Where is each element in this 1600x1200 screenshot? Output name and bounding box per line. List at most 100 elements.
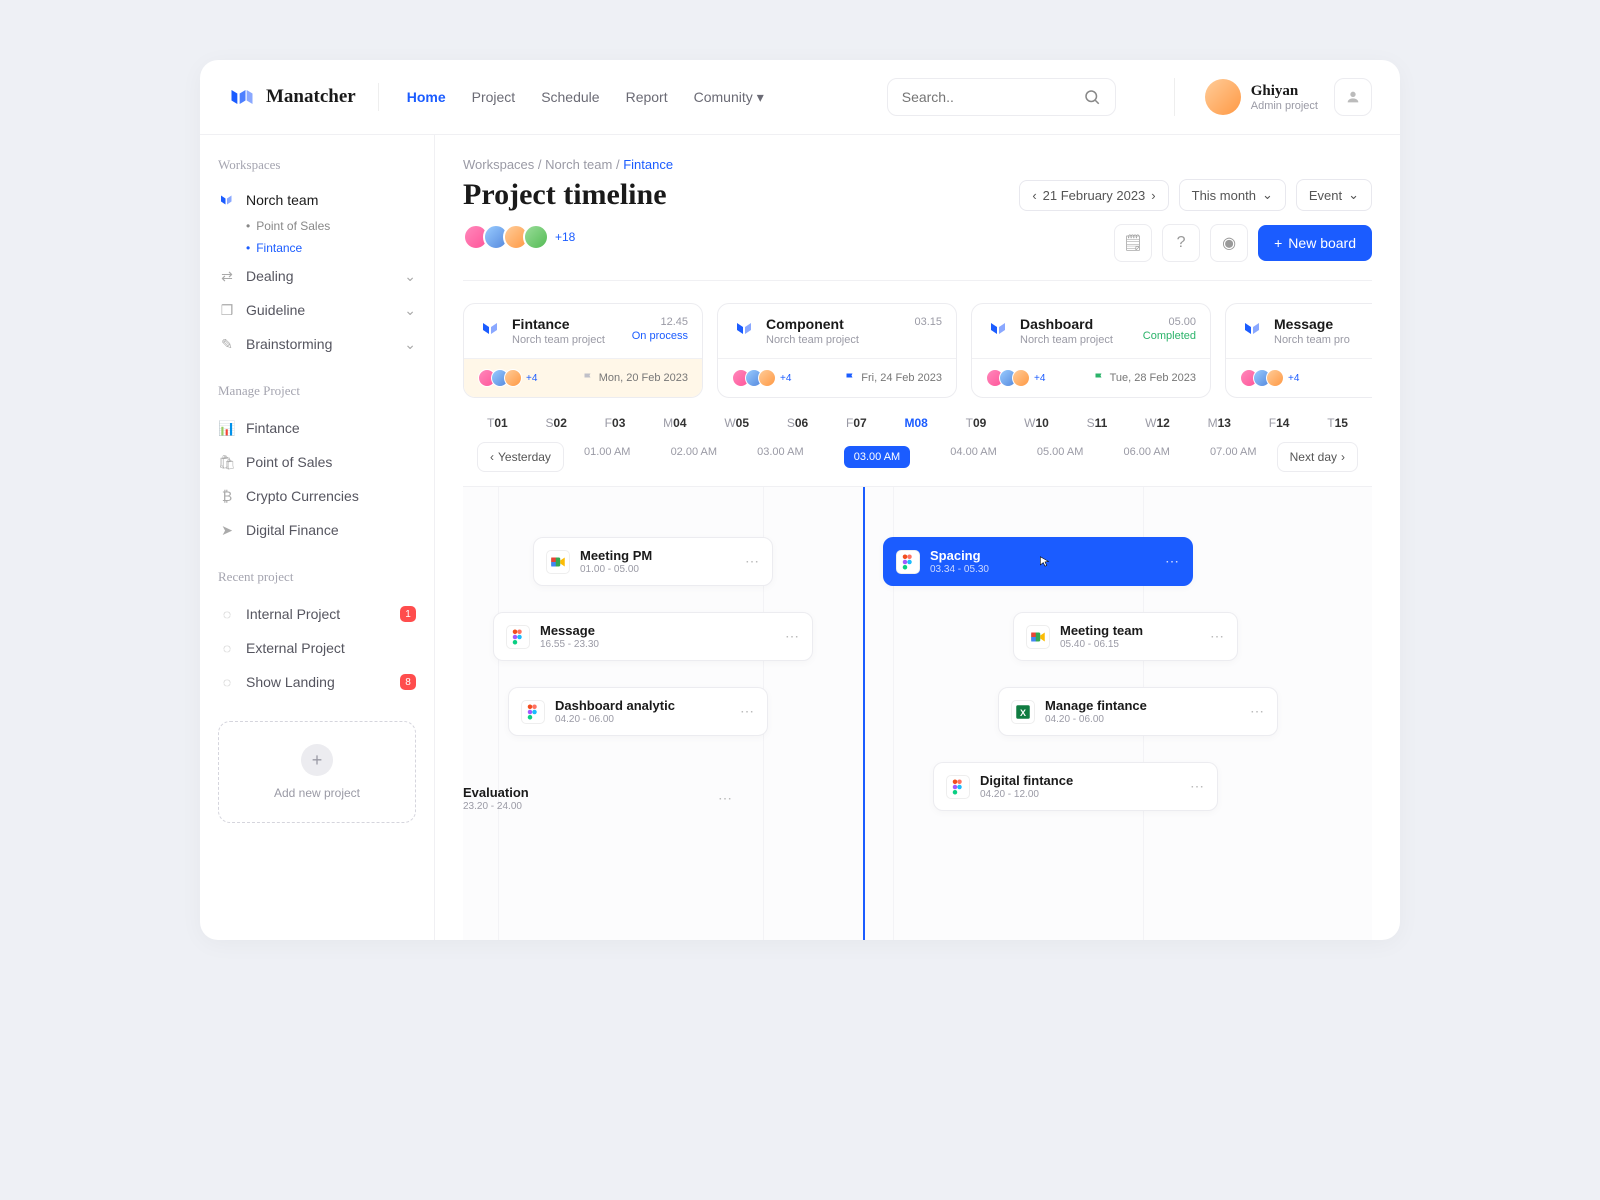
chevron-down-icon: ⌄ xyxy=(1348,187,1359,203)
hour-cell[interactable]: 03.00 AM xyxy=(757,446,803,468)
project-name: Fintance xyxy=(512,316,622,332)
nav-community[interactable]: Comunity▾ xyxy=(694,89,764,106)
event-more-button[interactable]: ⋯ xyxy=(1165,553,1180,570)
plus-icon: + xyxy=(1274,235,1282,251)
workspace-dealing[interactable]: ⇄Dealing⌄ xyxy=(218,259,416,293)
manage-pos[interactable]: 🛍Point of Sales xyxy=(218,445,416,479)
target-icon: ◌ xyxy=(218,605,236,623)
record-button[interactable]: ◉ xyxy=(1210,224,1248,262)
recent-internal[interactable]: ◌Internal Project1 xyxy=(218,597,416,631)
search-box[interactable] xyxy=(887,78,1116,116)
timeline-event[interactable]: Meeting team 05.40 - 06.15 ⋯ xyxy=(1013,612,1238,661)
target-icon: ◌ xyxy=(218,673,236,691)
manage-heading: Manage Project xyxy=(218,383,416,399)
project-members[interactable]: +4 xyxy=(478,369,537,387)
chevron-down-icon: ⌄ xyxy=(404,302,416,319)
project-card[interactable]: Component Norch team project 03.15 +4 Fr… xyxy=(717,303,957,398)
add-project-button[interactable]: + Add new project xyxy=(218,721,416,823)
day-cell[interactable]: T09 xyxy=(966,416,987,430)
nav-schedule[interactable]: Schedule xyxy=(541,89,599,106)
day-cell[interactable]: F07 xyxy=(846,416,867,430)
range-select[interactable]: This month⌄ xyxy=(1179,179,1286,211)
avatar xyxy=(523,224,549,250)
event-more-button[interactable]: ⋯ xyxy=(1190,778,1205,795)
timeline-event[interactable]: Dashboard analytic 04.20 - 06.00 ⋯ xyxy=(508,687,768,736)
project-status: On process xyxy=(632,330,688,342)
hour-cell[interactable]: 03.00 AM xyxy=(844,446,910,468)
user-name: Ghiyan xyxy=(1251,83,1318,100)
manage-crypto[interactable]: ₿Crypto Currencies xyxy=(218,479,416,513)
workspace-sub-fintance[interactable]: Fintance xyxy=(246,237,416,259)
event-time: 04.20 - 12.00 xyxy=(980,789,1180,800)
project-time: 12.45 xyxy=(632,316,688,328)
nav-report[interactable]: Report xyxy=(626,89,668,106)
help-button[interactable]: ? xyxy=(1162,224,1200,262)
profile-button[interactable] xyxy=(1334,78,1372,116)
day-cell[interactable]: S06 xyxy=(787,416,808,430)
project-members[interactable]: +4 xyxy=(732,369,791,387)
day-cell[interactable]: W05 xyxy=(724,416,749,430)
event-more-button[interactable]: ⋯ xyxy=(745,553,760,570)
nav-home[interactable]: Home xyxy=(407,89,446,106)
brand-name: Manatcher xyxy=(266,86,356,108)
timeline-event[interactable]: Meeting PM 01.00 - 05.00 ⋯ xyxy=(533,537,773,586)
day-cell[interactable]: S02 xyxy=(546,416,567,430)
project-card[interactable]: Dashboard Norch team project 05.00 Compl… xyxy=(971,303,1211,398)
project-card[interactable]: Message Norch team pro +4 xyxy=(1225,303,1372,398)
new-board-button[interactable]: +New board xyxy=(1258,225,1372,261)
event-select[interactable]: Event⌄ xyxy=(1296,179,1372,211)
chart-icon: 📊 xyxy=(218,419,236,437)
members-list[interactable]: +18 xyxy=(463,224,575,250)
manage-digital[interactable]: ➤Digital Finance xyxy=(218,513,416,547)
workspace-guideline[interactable]: ❒Guideline⌄ xyxy=(218,293,416,327)
project-card[interactable]: Fintance Norch team project 12.45 On pro… xyxy=(463,303,703,398)
date-picker[interactable]: ‹21 February 2023› xyxy=(1019,180,1168,211)
logo[interactable]: Manatcher xyxy=(228,83,379,111)
user-menu[interactable]: Ghiyan Admin project xyxy=(1205,79,1318,115)
hour-cell[interactable]: 07.00 AM xyxy=(1210,446,1256,468)
day-cell[interactable]: T15 xyxy=(1327,416,1348,430)
workspace-norch[interactable]: Norch team xyxy=(218,185,416,215)
day-cell[interactable]: M04 xyxy=(663,416,686,430)
send-icon: ➤ xyxy=(218,521,236,539)
day-cell[interactable]: M08 xyxy=(904,416,927,430)
event-more-button[interactable]: ⋯ xyxy=(718,790,733,807)
hour-cell[interactable]: 04.00 AM xyxy=(950,446,996,468)
day-cell[interactable]: T01 xyxy=(487,416,508,430)
recent-show-landing[interactable]: ◌Show Landing8 xyxy=(218,665,416,699)
day-cell[interactable]: W12 xyxy=(1145,416,1170,430)
day-cell[interactable]: S11 xyxy=(1087,416,1108,430)
hour-cell[interactable]: 05.00 AM xyxy=(1037,446,1083,468)
event-more-button[interactable]: ⋯ xyxy=(740,703,755,720)
hour-cell[interactable]: 06.00 AM xyxy=(1123,446,1169,468)
notes-button[interactable]: 🗒 xyxy=(1114,224,1152,262)
note-icon: ✎ xyxy=(218,335,236,353)
timeline-event[interactable]: X Manage fintance 04.20 - 06.00 ⋯ xyxy=(998,687,1278,736)
day-cell[interactable]: W10 xyxy=(1024,416,1049,430)
hour-cell[interactable]: 01.00 AM xyxy=(584,446,630,468)
event-more-button[interactable]: ⋯ xyxy=(785,628,800,645)
hour-cell[interactable]: 02.00 AM xyxy=(671,446,717,468)
day-cell[interactable]: M13 xyxy=(1208,416,1231,430)
day-cell[interactable]: F03 xyxy=(605,416,626,430)
manage-fintance[interactable]: 📊Fintance xyxy=(218,411,416,445)
target-icon: ◌ xyxy=(218,639,236,657)
prev-day-button[interactable]: ‹Yesterday xyxy=(477,442,564,472)
timeline-event[interactable]: Evaluation 23.20 - 24.00 ⋯ xyxy=(463,777,733,820)
recent-external[interactable]: ◌External Project xyxy=(218,631,416,665)
workspace-brainstorming[interactable]: ✎Brainstorming⌄ xyxy=(218,327,416,361)
project-members[interactable]: +4 xyxy=(986,369,1045,387)
current-time-line xyxy=(863,487,865,940)
project-members[interactable]: +4 xyxy=(1240,369,1299,387)
event-more-button[interactable]: ⋯ xyxy=(1210,628,1225,645)
timeline-event[interactable]: Message 16.55 - 23.30 ⋯ xyxy=(493,612,813,661)
members-more[interactable]: +18 xyxy=(555,230,575,244)
event-more-button[interactable]: ⋯ xyxy=(1250,703,1265,720)
workspace-sub-pos[interactable]: Point of Sales xyxy=(246,215,416,237)
day-cell[interactable]: F14 xyxy=(1269,416,1290,430)
next-day-button[interactable]: Next day› xyxy=(1277,442,1358,472)
user-icon xyxy=(1345,89,1361,105)
nav-project[interactable]: Project xyxy=(472,89,516,106)
search-input[interactable] xyxy=(902,89,1083,105)
timeline-event[interactable]: Digital fintance 04.20 - 12.00 ⋯ xyxy=(933,762,1218,811)
